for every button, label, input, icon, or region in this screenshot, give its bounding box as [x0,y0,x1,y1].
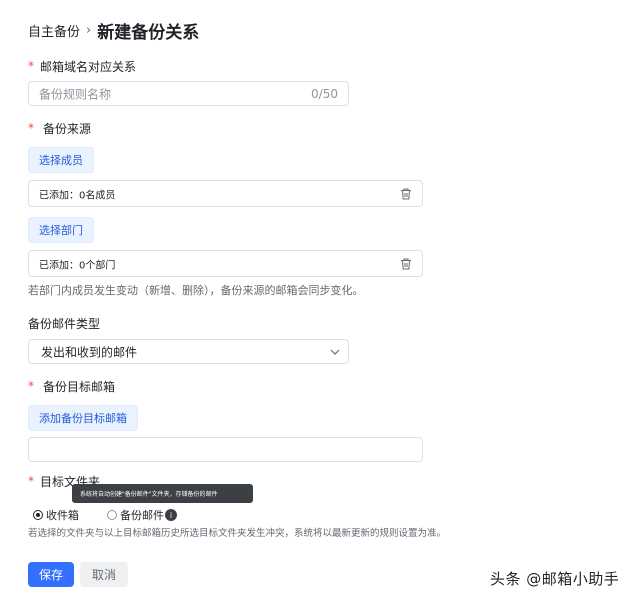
target-mailbox-label-text: 备份目标邮箱 [43,379,116,394]
required-mark: * [28,59,34,73]
mail-type-select[interactable]: 发出和收到的邮件 [28,339,349,364]
target-mailbox-label: * 备份目标邮箱 [28,377,115,395]
folder-hint: 若选择的文件夹与以上目标邮箱历史所选目标文件夹发生冲突，系统将以最新更新的规则设… [28,528,447,539]
save-button[interactable]: 保存 [28,562,74,587]
select-members-button[interactable]: 选择成员 [28,147,94,173]
info-icon[interactable]: i [165,509,177,521]
radio-inbox[interactable]: 收件箱 [33,507,79,523]
target-mailbox-input[interactable] [28,437,423,462]
mail-type-label-text: 备份邮件类型 [28,316,101,331]
breadcrumb-parent-link[interactable]: 自主备份 [28,21,80,40]
members-added-field: 已添加：0名成员 [28,180,423,207]
page-title: 新建备份关系 [97,22,200,43]
cancel-button[interactable]: 取消 [80,562,128,587]
departments-added-field: 已添加：0个部门 [28,250,423,277]
members-added-text: 已添加：0名成员 [39,190,116,201]
mail-type-selected-value: 发出和收到的邮件 [41,345,138,359]
rule-name-placeholder: 备份规则名称 [39,87,112,101]
required-mark: * [28,121,34,135]
backup-rule-name-input[interactable]: 备份规则名称 0/50 [28,81,349,106]
char-counter: 0/50 [311,86,338,101]
breadcrumb-separator-icon: › [86,22,92,38]
radio-inbox-label: 收件箱 [46,509,79,522]
select-departments-button[interactable]: 选择部门 [28,217,94,243]
chevron-down-icon [330,349,340,355]
add-target-mailbox-button[interactable]: 添加备份目标邮箱 [28,405,138,431]
trash-icon[interactable] [400,257,412,270]
departments-added-text: 已添加：0个部门 [39,260,116,271]
mapping-label: * 邮箱域名对应关系 [28,57,136,75]
mail-type-label: 备份邮件类型 [28,314,100,332]
mapping-label-text: 邮箱域名对应关系 [40,59,137,74]
source-hint: 若部门内成员发生变动（新增、删除），备份来源的邮箱会同步变化。 [28,284,364,297]
radio-inbox-indicator[interactable] [33,510,43,520]
required-mark: * [28,474,34,488]
source-label-text: 备份来源 [43,121,92,136]
breadcrumb: 自主备份 › 新建备份关系 [28,18,200,43]
radio-backup-mail[interactable]: 备份邮件 i [107,507,177,523]
watermark: 头条 @邮箱小助手 [490,570,620,588]
trash-icon[interactable] [400,187,412,200]
required-mark: * [28,379,34,393]
radio-backup-mail-label: 备份邮件 [120,509,164,522]
folder-tooltip: 系统将自动创建"备份邮件"文件夹，存储备份的邮件 [72,484,253,503]
radio-backup-mail-indicator[interactable] [107,510,117,520]
source-label: * 备份来源 [28,119,91,137]
